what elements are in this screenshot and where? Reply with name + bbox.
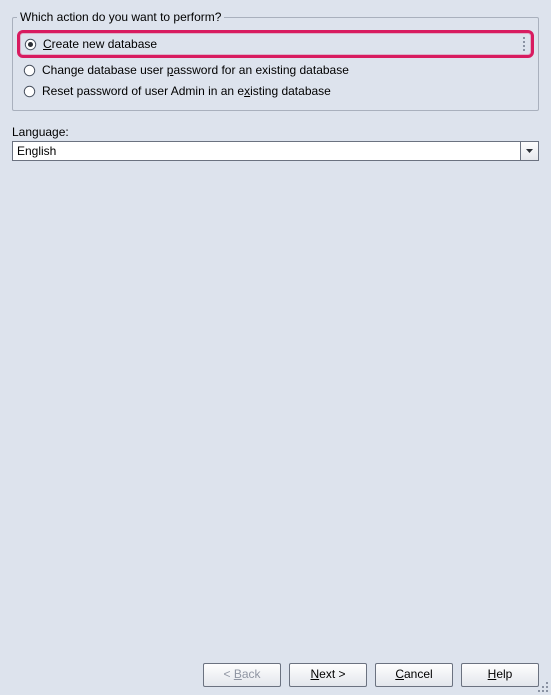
dropdown-button[interactable]: [520, 142, 538, 160]
language-label: Language:: [12, 125, 539, 139]
radio-selected-icon: [24, 38, 37, 51]
chevron-down-icon: [526, 149, 533, 153]
language-dropdown[interactable]: English: [12, 141, 539, 161]
cancel-button[interactable]: Cancel: [375, 663, 453, 687]
back-button: < Back: [203, 663, 281, 687]
highlight-grip-icon: [522, 36, 527, 52]
action-fieldset: Which action do you want to perform? Cre…: [12, 10, 539, 111]
radio-label: Create new database: [43, 37, 157, 51]
radio-create-new-database[interactable]: Create new database: [17, 30, 534, 58]
language-value: English: [13, 142, 520, 160]
radio-unselected-icon: [23, 64, 36, 77]
help-button[interactable]: Help: [461, 663, 539, 687]
wizard-footer: < Back Next > Cancel Help: [0, 655, 551, 695]
next-button[interactable]: Next >: [289, 663, 367, 687]
resize-grip-icon[interactable]: [536, 680, 550, 694]
action-legend: Which action do you want to perform?: [17, 10, 224, 24]
radio-label: Reset password of user Admin in an exist…: [42, 84, 331, 98]
radio-change-user-password[interactable]: Change database user password for an exi…: [19, 60, 532, 80]
radio-unselected-icon: [23, 85, 36, 98]
radio-label: Change database user password for an exi…: [42, 63, 349, 77]
radio-reset-admin-password[interactable]: Reset password of user Admin in an exist…: [19, 81, 532, 101]
